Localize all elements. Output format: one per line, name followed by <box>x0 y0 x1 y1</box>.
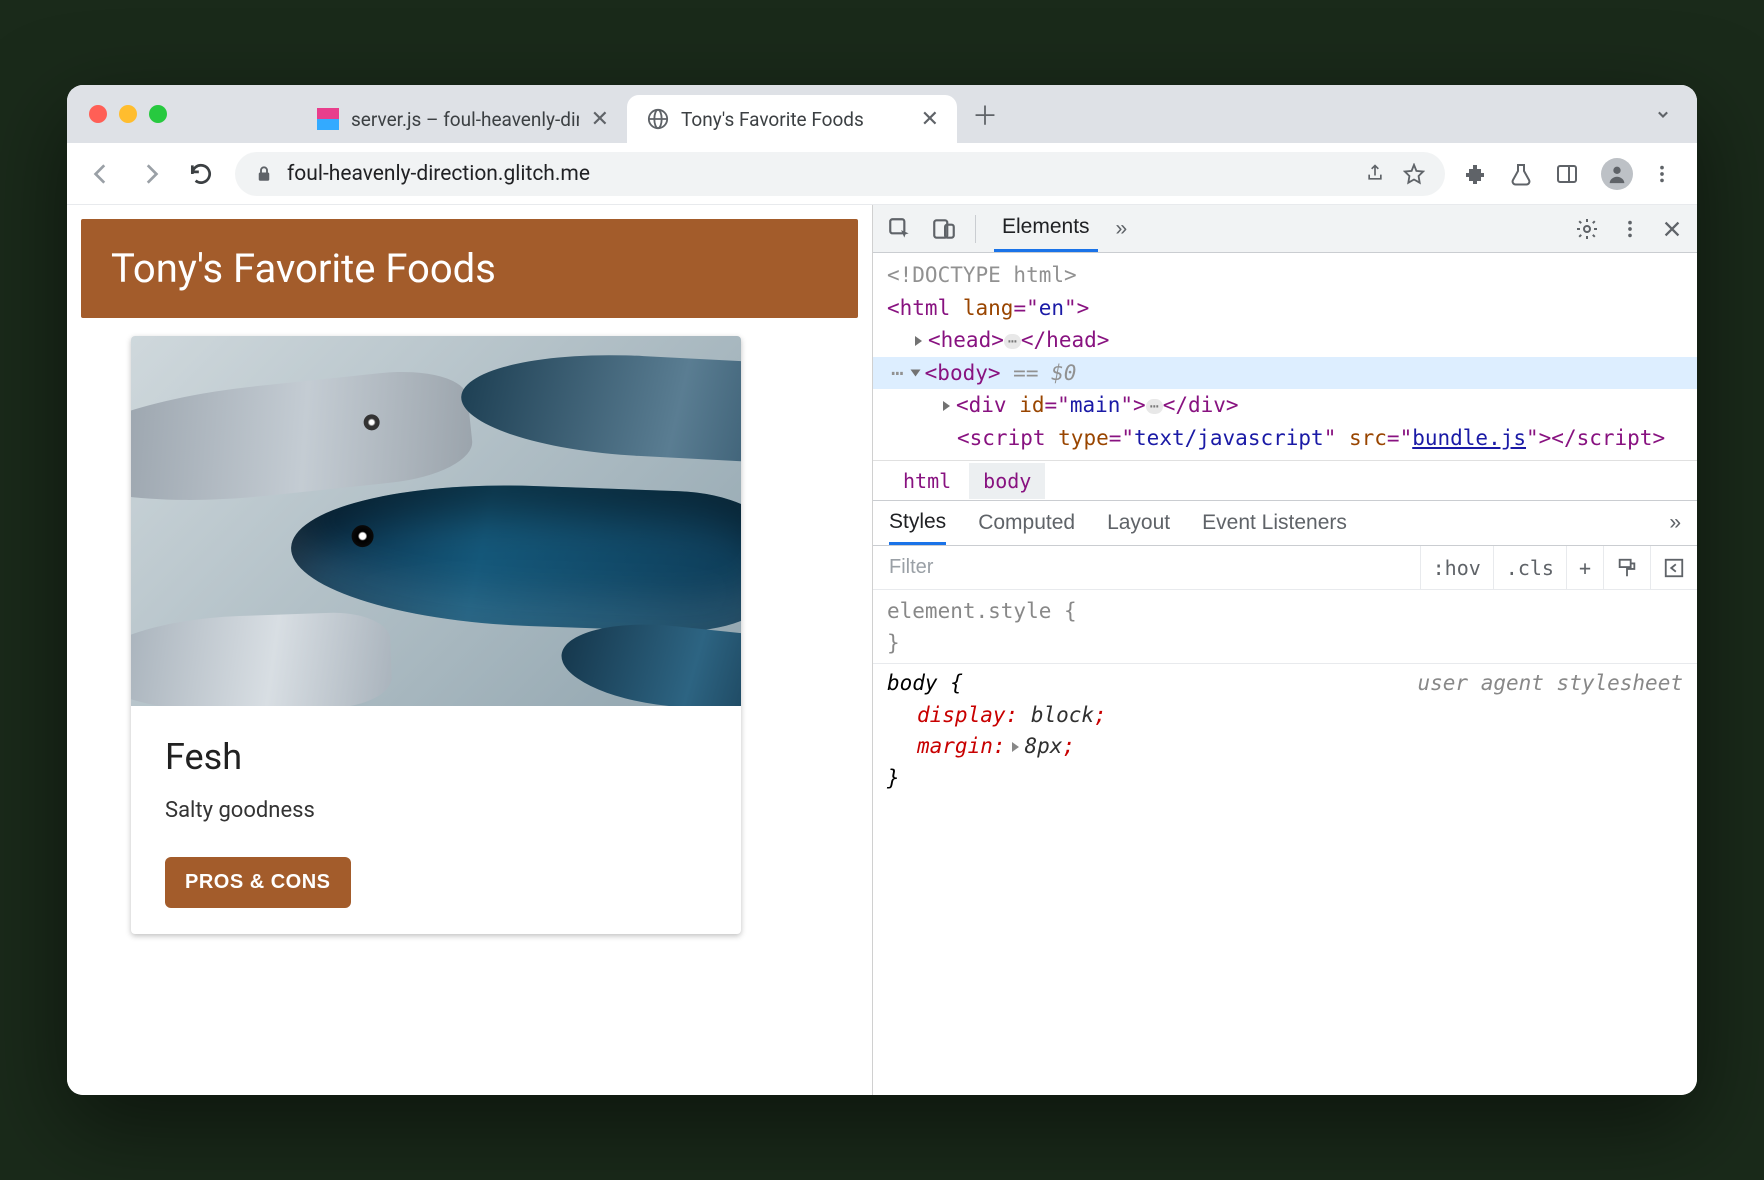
window-controls <box>89 105 167 123</box>
breadcrumb-body[interactable]: body <box>969 463 1045 499</box>
body-node-selected[interactable]: ⋯ <body> == $0 <box>873 357 1697 390</box>
browser-tab-active[interactable]: Tony's Favorite Foods ✕ <box>627 95 957 143</box>
head-node[interactable]: <head>⋯</head> <box>887 324 1697 357</box>
cls-toggle[interactable]: .cls <box>1493 546 1566 589</box>
tab-strip: server.js – foul-heavenly-direct ✕ Tony'… <box>67 85 1697 143</box>
extensions-icon[interactable] <box>1463 162 1491 186</box>
tab-computed[interactable]: Computed <box>978 501 1075 545</box>
inspect-element-icon[interactable] <box>887 216 913 242</box>
close-devtools-icon[interactable] <box>1661 218 1683 240</box>
viewport: Tony's Favorite Foods Fesh Salty goodnes… <box>67 205 1697 1095</box>
paint-icon[interactable] <box>1603 546 1650 589</box>
close-window-button[interactable] <box>89 105 107 123</box>
div-main-node[interactable]: <div id="main">⋯</div> <box>887 389 1697 422</box>
labs-icon[interactable] <box>1509 162 1537 186</box>
styles-rules[interactable]: element.style { } user agent stylesheet … <box>873 590 1697 1095</box>
food-card: Fesh Salty goodness PROS & CONS <box>131 336 741 934</box>
page-title: Tony's Favorite Foods <box>81 219 858 318</box>
body-rule-close: } <box>887 763 1683 795</box>
browser-tab-inactive[interactable]: server.js – foul-heavenly-direct ✕ <box>297 95 627 143</box>
html-node[interactable]: <html lang="en"> <box>887 292 1697 325</box>
tab-event-listeners[interactable]: Event Listeners <box>1202 501 1347 545</box>
forward-button[interactable] <box>135 158 167 190</box>
tab-styles[interactable]: Styles <box>889 501 946 545</box>
glitch-favicon-icon <box>317 108 339 130</box>
device-toolbar-icon[interactable] <box>931 216 957 242</box>
element-style-rule: element.style { <box>887 596 1683 628</box>
margin-property[interactable]: margin:8px; <box>887 731 1683 763</box>
body-rule: user agent stylesheet body { <box>887 668 1683 700</box>
display-property[interactable]: display: block; <box>887 700 1683 732</box>
lock-icon <box>255 165 273 183</box>
settings-gear-icon[interactable] <box>1575 217 1599 241</box>
globe-favicon-icon <box>647 108 669 130</box>
side-panel-icon[interactable] <box>1555 162 1583 186</box>
menu-icon[interactable] <box>1651 163 1679 185</box>
bookmark-star-icon[interactable] <box>1403 163 1425 185</box>
styles-filter-bar: Filter :hov .cls + <box>873 546 1697 590</box>
url-text: foul-heavenly-direction.glitch.me <box>287 162 590 186</box>
computed-panel-icon[interactable] <box>1650 546 1697 589</box>
close-tab-icon[interactable]: ✕ <box>591 107 609 132</box>
tab-title: server.js – foul-heavenly-direct <box>351 108 579 131</box>
hov-toggle[interactable]: :hov <box>1420 546 1493 589</box>
card-body: Fesh Salty goodness PROS & CONS <box>131 706 741 934</box>
more-tabs-icon[interactable]: » <box>1116 217 1128 241</box>
tabs-dropdown-icon[interactable] <box>1653 104 1673 124</box>
card-title: Fesh <box>165 736 707 778</box>
tab-elements[interactable]: Elements <box>994 205 1098 252</box>
elements-breadcrumb: html body <box>873 460 1697 500</box>
devtools-panel: Elements » <!DOCTYPE html> <html lang="e… <box>872 205 1697 1095</box>
tab-title: Tony's Favorite Foods <box>681 108 909 131</box>
back-button[interactable] <box>85 158 117 190</box>
elements-tree[interactable]: <!DOCTYPE html> <html lang="en"> <head>⋯… <box>873 253 1697 460</box>
kebab-menu-icon[interactable] <box>1619 218 1641 240</box>
url-input[interactable]: foul-heavenly-direction.glitch.me <box>235 152 1445 196</box>
devtools-tabbar: Elements » <box>873 205 1697 253</box>
doctype-node: <!DOCTYPE html> <box>887 259 1697 292</box>
profile-avatar[interactable] <box>1601 158 1633 190</box>
styles-tabbar: Styles Computed Layout Event Listeners » <box>873 500 1697 546</box>
share-icon[interactable] <box>1365 163 1385 185</box>
page-content: Tony's Favorite Foods Fesh Salty goodnes… <box>67 205 872 1095</box>
element-style-close: } <box>887 628 1683 660</box>
tab-layout[interactable]: Layout <box>1107 501 1170 545</box>
breadcrumb-html[interactable]: html <box>889 463 965 499</box>
browser-window: server.js – foul-heavenly-direct ✕ Tony'… <box>67 85 1697 1095</box>
styles-filter-input[interactable]: Filter <box>873 556 1420 579</box>
more-styles-tabs-icon[interactable]: » <box>1669 511 1681 535</box>
script-node[interactable]: <script type="text/javascript" src="bund… <box>887 422 1697 455</box>
maximize-window-button[interactable] <box>149 105 167 123</box>
new-tab-button[interactable]: ＋ <box>965 94 1005 134</box>
close-tab-icon[interactable]: ✕ <box>921 107 939 132</box>
card-image-fish <box>131 336 741 706</box>
minimize-window-button[interactable] <box>119 105 137 123</box>
pros-cons-button[interactable]: PROS & CONS <box>165 857 351 908</box>
new-rule-button[interactable]: + <box>1566 546 1603 589</box>
card-description: Salty goodness <box>165 798 707 823</box>
reload-button[interactable] <box>185 158 217 190</box>
address-bar: foul-heavenly-direction.glitch.me <box>67 143 1697 205</box>
